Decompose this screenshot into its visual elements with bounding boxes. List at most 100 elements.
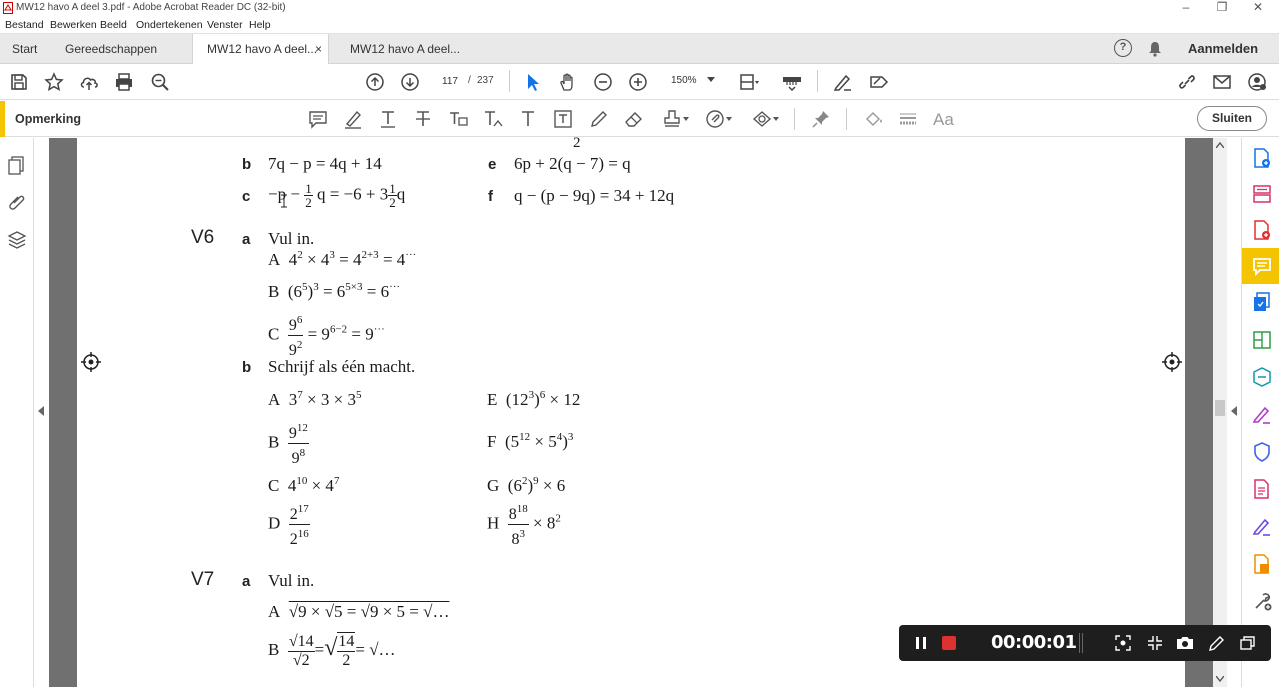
minimize-window-icon[interactable] — [1237, 633, 1257, 653]
maximize-button[interactable]: ❐ — [1204, 0, 1240, 17]
page-layout-icon[interactable] — [738, 71, 760, 93]
share-link-icon[interactable] — [1176, 71, 1198, 93]
zoom-dropdown-chevron-icon[interactable] — [707, 77, 715, 83]
shapes-icon[interactable] — [751, 108, 773, 130]
search-zoom-icon[interactable] — [149, 71, 171, 93]
combine-files-icon[interactable] — [1251, 291, 1273, 313]
tab-document-active[interactable]: MW12 havo A deel... × — [192, 34, 329, 64]
menu-bestand[interactable]: Bestand — [5, 19, 44, 31]
stamp-dropdown-chevron-icon[interactable] — [683, 117, 689, 122]
root-blank: = √… — [355, 639, 396, 659]
draw-pencil-icon[interactable] — [588, 108, 610, 130]
fill-color-icon[interactable] — [862, 108, 884, 130]
help-icon[interactable]: ? — [1114, 39, 1132, 57]
zoom-out-icon[interactable] — [592, 71, 614, 93]
right-panel-collapse-icon[interactable] — [1231, 406, 1237, 416]
left-panel-toggle[interactable] — [34, 138, 49, 687]
replace-text-icon[interactable] — [447, 108, 469, 130]
close-window-button[interactable]: ✕ — [1240, 0, 1276, 17]
scroll-up-chevron-icon[interactable] — [1216, 142, 1224, 148]
compress-pdf-icon[interactable] — [1251, 553, 1273, 575]
comment-tool-active[interactable] — [1242, 248, 1279, 284]
tab-close-icon[interactable]: × — [315, 34, 322, 64]
crosshair-target-icon[interactable] — [81, 352, 101, 372]
page-number-input[interactable] — [434, 70, 466, 92]
layers-icon[interactable] — [6, 229, 28, 251]
upload-cloud-icon[interactable] — [78, 71, 100, 93]
attach-dropdown-chevron-icon[interactable] — [726, 117, 732, 122]
export-pdf-icon[interactable] — [1251, 219, 1273, 241]
sticky-note-icon[interactable] — [307, 108, 329, 130]
text-size-icon[interactable]: Aa — [933, 110, 954, 130]
right-panel-toggle[interactable] — [1227, 138, 1241, 687]
request-signature-icon[interactable] — [1251, 516, 1273, 538]
annotate-pen-icon[interactable] — [1207, 633, 1227, 653]
menu-beeld[interactable]: Beeld — [100, 19, 127, 31]
add-text-comment-icon[interactable] — [517, 108, 539, 130]
bookmark-star-icon[interactable] — [43, 71, 65, 93]
attachments-paperclip-icon[interactable] — [6, 190, 28, 212]
more-tools-icon[interactable] — [1251, 590, 1273, 612]
crosshair-target-icon[interactable] — [1162, 352, 1182, 372]
print-production-icon[interactable] — [1251, 478, 1273, 500]
next-page-icon[interactable] — [399, 71, 421, 93]
page-thumbnails-icon[interactable] — [6, 154, 28, 176]
shapes-dropdown-chevron-icon[interactable] — [773, 117, 779, 122]
insert-text-icon[interactable] — [482, 108, 504, 130]
exponent-blank: ··· — [373, 323, 385, 336]
strikethrough-text-icon[interactable] — [412, 108, 434, 130]
camera-icon[interactable] — [1175, 633, 1195, 653]
sign-in-link[interactable]: Aanmelden — [1188, 41, 1258, 56]
share-user-icon[interactable] — [1246, 71, 1268, 93]
highlight-text-icon[interactable] — [342, 108, 364, 130]
text-box-icon[interactable] — [552, 108, 574, 130]
fill-and-sign-icon[interactable] — [1251, 404, 1273, 426]
close-comment-button[interactable]: Sluiten — [1197, 106, 1267, 131]
save-icon[interactable] — [8, 71, 30, 93]
protect-shield-icon[interactable] — [1251, 441, 1273, 463]
pin-icon[interactable] — [810, 108, 832, 130]
question-b-letter: b — [242, 156, 252, 173]
tab-tools[interactable]: Gereedschappen — [65, 34, 157, 64]
document-viewport[interactable]: 2 b 7q − p = 4q + 14 e 6p + 2(q − 7) = q… — [49, 135, 1213, 687]
stop-recording-icon[interactable] — [939, 633, 959, 653]
comment-icon[interactable] — [1251, 255, 1273, 277]
toolbar-divider-2 — [817, 70, 818, 92]
edit-pdf-icon[interactable] — [1251, 329, 1273, 351]
collapse-arrows-icon[interactable] — [1145, 633, 1165, 653]
minimize-button[interactable]: – — [1168, 0, 1204, 17]
fill-sign-icon[interactable] — [832, 71, 854, 93]
line-style-icon[interactable] — [897, 108, 919, 130]
menu-bewerken[interactable]: Bewerken — [50, 19, 97, 31]
print-icon[interactable] — [113, 71, 135, 93]
screenshot-region-icon[interactable] — [1113, 633, 1133, 653]
tab-document-2[interactable]: MW12 havo A deel... — [350, 34, 460, 64]
menu-bar: Bestand Bewerken Beeld Ondertekenen Vens… — [0, 17, 1279, 34]
create-pdf-icon[interactable] — [1251, 147, 1273, 169]
eraser-icon[interactable] — [623, 108, 645, 130]
tab-start[interactable]: Start — [12, 34, 37, 64]
notification-bell-icon[interactable] — [1146, 40, 1164, 58]
scrollbar-thumb[interactable] — [1215, 400, 1225, 416]
left-panel-collapse-icon[interactable] — [38, 406, 44, 416]
zoom-level[interactable]: 150% — [671, 75, 697, 86]
menu-ondertekenen[interactable]: Ondertekenen — [136, 19, 203, 31]
select-cursor-icon[interactable] — [522, 71, 544, 93]
menu-venster[interactable]: Venster — [207, 19, 243, 31]
hand-tool-icon[interactable] — [557, 71, 579, 93]
scroll-mode-icon[interactable] — [781, 71, 803, 93]
attach-file-icon[interactable] — [704, 108, 726, 130]
zoom-in-icon[interactable] — [627, 71, 649, 93]
previous-page-icon[interactable] — [364, 71, 386, 93]
scroll-down-chevron-icon[interactable] — [1216, 676, 1224, 682]
menu-help[interactable]: Help — [249, 19, 271, 31]
scan-ocr-icon[interactable] — [1251, 366, 1273, 388]
recorder-drag-handle[interactable] — [1079, 633, 1083, 653]
underline-text-icon[interactable] — [377, 108, 399, 130]
organize-pages-icon[interactable] — [1251, 183, 1273, 205]
pause-icon[interactable] — [911, 633, 931, 653]
vertical-scrollbar[interactable] — [1213, 138, 1227, 687]
stamp-icon[interactable] — [661, 108, 683, 130]
send-for-signature-icon[interactable] — [868, 71, 890, 93]
email-icon[interactable] — [1211, 71, 1233, 93]
